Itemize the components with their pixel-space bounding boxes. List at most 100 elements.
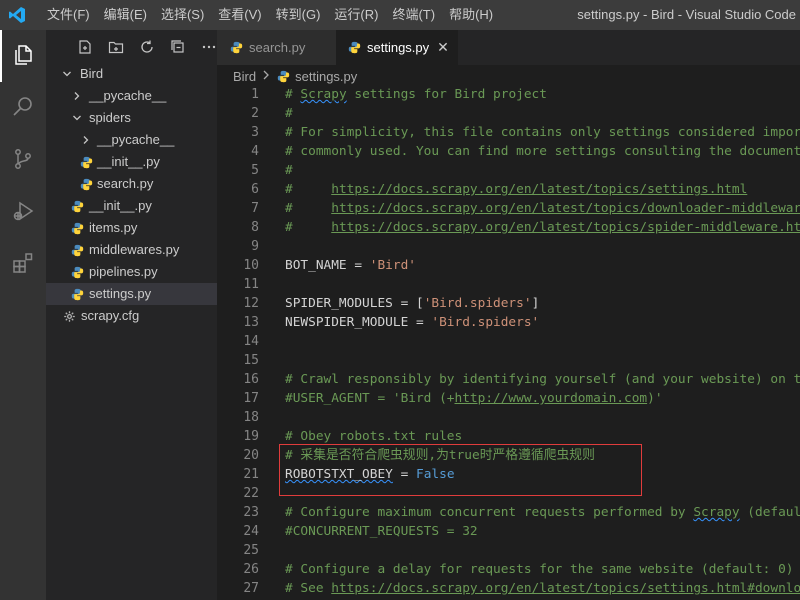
line-number: 17: [243, 391, 259, 406]
code-line[interactable]: # Configure maximum concurrent requests …: [285, 503, 800, 522]
code-line[interactable]: [285, 351, 800, 370]
tree-file-search[interactable]: search.py: [46, 173, 217, 195]
line-number-gutter: 1 2 3 4 5 6 7 8 9 10 11 12 13 14 15 16 17 18 19 20 21 22 23 24 2…: [217, 85, 269, 598]
source-control-activity[interactable]: [0, 134, 46, 186]
code-line[interactable]: # Crawl responsibly by identifying yours…: [285, 370, 800, 389]
tree-folder-pycache[interactable]: __pycache__: [46, 129, 217, 151]
code-line[interactable]: # https://docs.scrapy.org/en/latest/topi…: [285, 218, 800, 237]
code-line[interactable]: # https://docs.scrapy.org/en/latest/topi…: [285, 180, 800, 199]
tree-file-init[interactable]: __init__.py: [46, 151, 217, 173]
tab-label: settings.py: [367, 40, 430, 55]
code-editor[interactable]: 1 2 3 4 5 6 7 8 9 10 11 12 13 14 15 16 17 18 19 20 21 22 23 24 2…: [217, 85, 800, 600]
menu-go[interactable]: 转到(G): [269, 0, 328, 30]
menu-run[interactable]: 运行(R): [327, 0, 385, 30]
python-file-icon: [348, 41, 361, 55]
code-line[interactable]: # commonly used. You can find more setti…: [285, 142, 800, 161]
tab-search-py[interactable]: search.py: [217, 30, 336, 65]
code-line[interactable]: # Scrapy settings for Bird project: [285, 85, 800, 104]
code-line[interactable]: SPIDER_MODULES = ['Bird.spiders']: [285, 294, 800, 313]
code-line[interactable]: #USER_AGENT = 'Bird (+http://www.yourdom…: [285, 389, 800, 408]
line-number: 15: [243, 353, 259, 368]
tree-file-scrapy-cfg[interactable]: scrapy.cfg: [46, 305, 217, 327]
breadcrumb-folder[interactable]: Bird: [233, 69, 256, 84]
code-line[interactable]: # https://docs.scrapy.org/en/latest/topi…: [285, 199, 800, 218]
code-line[interactable]: BOT_NAME = 'Bird': [285, 256, 800, 275]
code-line[interactable]: [285, 541, 800, 560]
file-tree: Bird __pycache__ spiders __pycache__ __i…: [46, 63, 217, 327]
python-file-icon: [79, 177, 93, 191]
code-line[interactable]: [285, 484, 800, 503]
tree-folder-pycache[interactable]: __pycache__: [46, 85, 217, 107]
title-bar: 文件(F) 编辑(E) 选择(S) 查看(V) 转到(G) 运行(R) 终端(T…: [0, 0, 800, 30]
chevron-right-icon: [262, 70, 270, 83]
new-file-icon[interactable]: [76, 38, 93, 56]
python-file-icon: [70, 199, 84, 213]
line-number: 2: [251, 106, 259, 121]
line-number: 18: [243, 410, 259, 425]
line-number: 27: [243, 581, 259, 596]
new-folder-icon[interactable]: [107, 38, 124, 56]
vscode-logo-icon: [0, 0, 34, 30]
tree-folder-bird[interactable]: Bird: [46, 63, 217, 85]
menu-file[interactable]: 文件(F): [40, 0, 97, 30]
tree-file-settings[interactable]: settings.py: [46, 283, 217, 305]
tree-item-label: __init__.py: [89, 198, 152, 213]
code-content[interactable]: # Scrapy settings for Bird project # # For…: [285, 85, 800, 598]
code-line[interactable]: #: [285, 161, 800, 180]
code-line[interactable]: #: [285, 104, 800, 123]
code-line[interactable]: # 采集是否符合爬虫规则,为true时严格遵循爬虫规则: [285, 446, 800, 465]
line-number: 4: [251, 144, 259, 159]
code-line[interactable]: NEWSPIDER_MODULE = 'Bird.spiders': [285, 313, 800, 332]
gear-icon: [62, 309, 76, 323]
code-line[interactable]: ROBOTSTXT_OBEY = False: [285, 465, 800, 484]
tree-folder-spiders[interactable]: spiders: [46, 107, 217, 129]
code-line[interactable]: [285, 237, 800, 256]
tree-file-middlewares[interactable]: middlewares.py: [46, 239, 217, 261]
code-line[interactable]: [285, 408, 800, 427]
chevron-down-icon: [60, 63, 74, 85]
tree-item-label: __init__.py: [97, 154, 160, 169]
line-number: 26: [243, 562, 259, 577]
line-number: 23: [243, 505, 259, 520]
tree-file-items[interactable]: items.py: [46, 217, 217, 239]
tree-item-label: spiders: [89, 110, 131, 125]
tree-file-init[interactable]: __init__.py: [46, 195, 217, 217]
collapse-all-icon[interactable]: [169, 38, 186, 56]
menu-help[interactable]: 帮助(H): [442, 0, 500, 30]
python-file-icon: [70, 243, 84, 257]
search-activity[interactable]: [0, 82, 46, 134]
run-debug-activity[interactable]: [0, 186, 46, 238]
line-number: 20: [243, 448, 259, 463]
tab-settings-py[interactable]: settings.py ✕: [336, 30, 458, 65]
refresh-icon[interactable]: [138, 38, 155, 56]
line-number: 14: [243, 334, 259, 349]
line-number: 25: [243, 543, 259, 558]
line-number: 16: [243, 372, 259, 387]
menu-edit[interactable]: 编辑(E): [97, 0, 154, 30]
code-line[interactable]: # For simplicity, this file contains onl…: [285, 123, 800, 142]
menu-selection[interactable]: 选择(S): [154, 0, 211, 30]
explorer-toolbar: [46, 30, 217, 63]
source-control-icon: [11, 147, 35, 174]
code-line[interactable]: # Obey robots.txt rules: [285, 427, 800, 446]
menu-terminal[interactable]: 终端(T): [385, 0, 442, 30]
breadcrumb: Bird settings.py: [217, 65, 800, 87]
code-line[interactable]: # Configure a delay for requests for the…: [285, 560, 800, 579]
code-line[interactable]: # See https://docs.scrapy.org/en/latest/…: [285, 579, 800, 598]
breadcrumb-file[interactable]: settings.py: [295, 69, 357, 84]
code-line[interactable]: #CONCURRENT_REQUESTS = 32: [285, 522, 800, 541]
tree-file-pipelines[interactable]: pipelines.py: [46, 261, 217, 283]
python-file-icon: [70, 265, 84, 279]
run-debug-icon: [11, 199, 35, 226]
tree-item-label: __pycache__: [89, 88, 167, 103]
close-icon[interactable]: ✕: [437, 39, 449, 55]
line-number: 8: [251, 220, 259, 235]
code-line[interactable]: [285, 275, 800, 294]
code-line[interactable]: [285, 332, 800, 351]
activity-bar: [0, 30, 46, 600]
menu-view[interactable]: 查看(V): [211, 0, 268, 30]
more-actions-icon[interactable]: [200, 38, 217, 56]
extensions-activity[interactable]: [0, 238, 46, 290]
explorer-activity[interactable]: [0, 30, 46, 82]
menu-bar: 文件(F) 编辑(E) 选择(S) 查看(V) 转到(G) 运行(R) 终端(T…: [40, 0, 500, 30]
